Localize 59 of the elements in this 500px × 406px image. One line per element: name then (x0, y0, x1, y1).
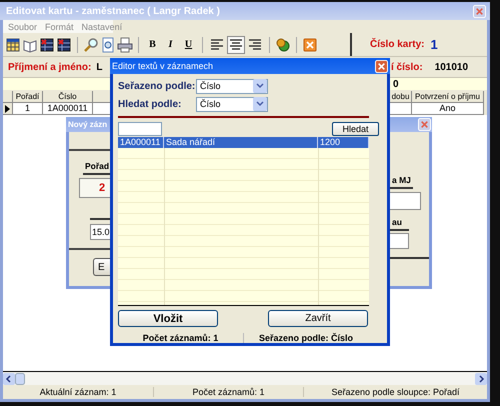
horizontal-scrollbar[interactable] (3, 372, 487, 385)
input-field[interactable] (390, 233, 409, 249)
chevron-down-icon[interactable] (253, 97, 267, 111)
format-button[interactable]: U (180, 36, 197, 54)
scroll-left-icon[interactable] (3, 372, 15, 384)
card-number-label: Číslo karty: (370, 39, 424, 50)
input-field[interactable] (390, 192, 421, 210)
printer-icon[interactable] (117, 36, 133, 52)
dialog-button[interactable]: Vložit (118, 310, 218, 327)
personal-number-value: 101010 (434, 62, 468, 72)
search-button[interactable]: Hledat (332, 122, 379, 136)
table-cell: 1A000011 (118, 137, 164, 148)
gears-icon[interactable] (275, 36, 291, 52)
table-cell: 1200 (318, 137, 369, 148)
window-title: Editovat kartu - zaměstnanec ( Langr Radek ) (6, 6, 220, 16)
name-label: Příjmení a jméno: (8, 62, 92, 72)
format-button[interactable]: I (162, 36, 179, 54)
table-delete-icon[interactable] (39, 36, 55, 52)
field-label: Seřazeno podle: (118, 80, 196, 92)
table-cell: Sada nářadí (164, 137, 318, 148)
input-field[interactable]: 15.0 (90, 224, 110, 240)
align-center-button[interactable] (227, 36, 245, 54)
column-header[interactable]: Pořadí (13, 91, 43, 103)
search-field[interactable] (118, 122, 162, 136)
page-preview-icon[interactable] (100, 36, 116, 52)
table-cell: 1A000011 (43, 103, 93, 115)
search-icon[interactable] (83, 36, 99, 52)
input-field[interactable]: 2 (79, 178, 110, 198)
status-text: Seřazeno podle: Číslo (243, 333, 368, 343)
table-cell: 1 (13, 103, 43, 115)
card-number-value: 1 (430, 37, 438, 52)
column-header[interactable]: dobu (390, 91, 412, 103)
header-corner (3, 91, 13, 103)
status-text: Aktuální záznam: 1 (38, 387, 118, 397)
dialog-button[interactable]: E (93, 258, 110, 276)
chevron-down-icon[interactable] (253, 79, 267, 93)
format-button[interactable]: B (144, 36, 161, 54)
row-selector[interactable] (3, 103, 13, 115)
status-text: Seřazeno podle sloupce: Pořadí (303, 387, 487, 397)
scroll-thumb[interactable] (15, 372, 25, 384)
dialog-button[interactable]: Zavřít (268, 310, 368, 327)
dropdown[interactable]: Číslo (196, 78, 268, 94)
scroll-right-icon[interactable] (475, 372, 487, 384)
dropdown[interactable]: Číslo (196, 96, 268, 112)
table-cell: Ano (412, 103, 484, 115)
close-icon[interactable] (302, 36, 318, 52)
table-icon[interactable] (5, 36, 21, 52)
status-text: Počet záznamů: 1 (142, 333, 220, 343)
table-delete-icon[interactable] (56, 36, 72, 52)
field-label: Hledat podle: (118, 98, 182, 110)
dialog-title: Nový zázn (68, 120, 108, 129)
name-value: L (96, 62, 102, 72)
column-header[interactable]: Potvrzení o příjmu (412, 91, 484, 103)
status-text: Počet záznamů: 1 (153, 387, 303, 397)
personal-number-label: í číslo: (391, 62, 423, 72)
dialog-title: Editor textů v záznamech (112, 61, 214, 71)
table-row[interactable]: 1A000011 Sada nářadí 1200 (118, 137, 369, 148)
column-header[interactable]: Číslo (43, 91, 93, 103)
field-value: 0 (392, 78, 399, 90)
